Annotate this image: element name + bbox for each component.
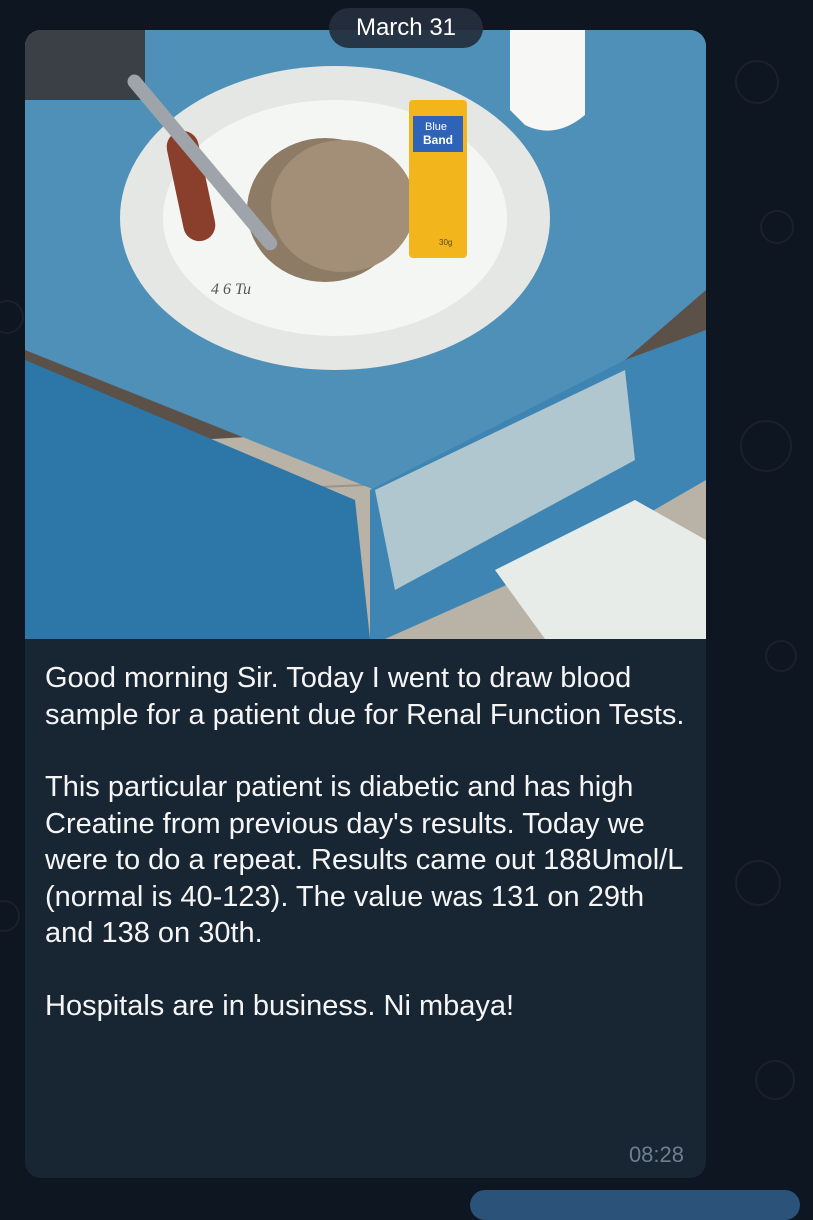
date-separator: March 31 — [329, 8, 483, 48]
wallpaper-doodle-icon — [740, 420, 792, 472]
outgoing-message-bubble[interactable] — [470, 1190, 800, 1220]
photo-brand-top-text: Blue — [425, 121, 447, 133]
message-paragraph: This particular patient is diabetic and … — [45, 771, 683, 949]
wallpaper-doodle-icon — [765, 640, 797, 672]
wallpaper-doodle-icon — [755, 1060, 795, 1100]
message-photo[interactable]: Blue Band 30g 4 6 Tu — [25, 30, 706, 639]
message-paragraph: Good morning Sir. Today I went to draw b… — [45, 662, 685, 731]
message-paragraph: Hospitals are in business. Ni mbaya! — [45, 989, 515, 1022]
wallpaper-doodle-icon — [735, 60, 779, 104]
wallpaper-doodle-icon — [735, 860, 781, 906]
wallpaper-doodle-icon — [0, 900, 20, 932]
photo-brand-bottom-text: Band — [423, 133, 453, 147]
message-timestamp: 08:28 — [628, 1142, 684, 1167]
incoming-message-bubble[interactable]: Blue Band 30g 4 6 Tu Good morning Sir. T… — [25, 30, 706, 1178]
wallpaper-doodle-icon — [760, 210, 794, 244]
photo-weight-text: 30g — [439, 238, 452, 247]
message-text: Good morning Sir. Today I went to draw b… — [45, 660, 695, 1060]
wallpaper-doodle-icon — [0, 300, 24, 334]
photo-plate-writing: 4 6 Tu — [211, 281, 251, 298]
